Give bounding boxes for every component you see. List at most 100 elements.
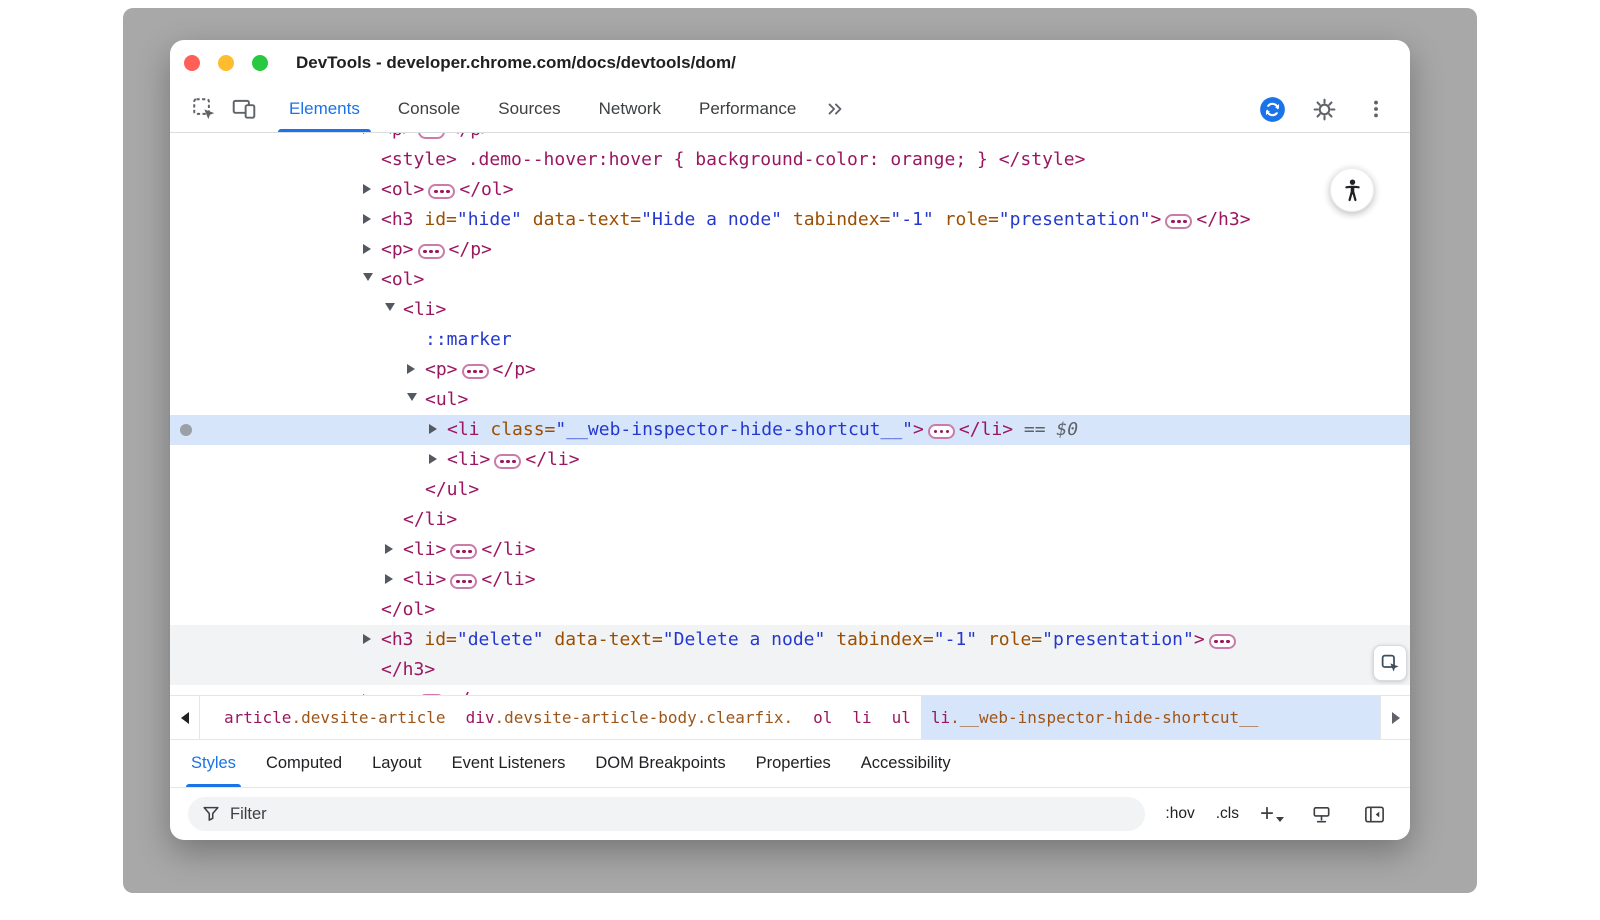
code-tag: <h3 (381, 209, 424, 230)
toggle-sidebar-button[interactable] (1358, 798, 1390, 830)
toggle-class-button[interactable]: .cls (1216, 805, 1239, 823)
tab-styles[interactable]: Styles (176, 740, 251, 787)
code-tag: </li> (481, 569, 535, 590)
style-filter-field[interactable] (188, 797, 1145, 831)
disclosure-triangle[interactable] (363, 133, 381, 145)
dom-tree-row[interactable]: <li> (170, 295, 1410, 325)
tab-properties[interactable]: Properties (741, 740, 846, 787)
expand-children-button[interactable] (428, 184, 455, 199)
dom-tree-row[interactable]: <p></p> (170, 685, 1410, 695)
kebab-menu-button[interactable] (1356, 89, 1396, 129)
dom-tree-row[interactable]: <h3 id="hide" data-text="Hide a node" ta… (170, 205, 1410, 235)
dom-tree-row[interactable]: <li></li> (170, 445, 1410, 475)
disclosure-triangle[interactable] (385, 565, 403, 595)
minimize-window-button[interactable] (218, 55, 234, 71)
inspect-element-button[interactable] (184, 89, 224, 129)
tab-accessibility[interactable]: Accessibility (846, 740, 966, 787)
tab-event-listeners[interactable]: Event Listeners (437, 740, 581, 787)
tab-dom-breakpoints[interactable]: DOM Breakpoints (580, 740, 740, 787)
expand-children-button[interactable] (418, 133, 445, 139)
crumb-cls: .devsite-article-body.clearfix. (494, 708, 793, 727)
stamp-button[interactable] (1305, 798, 1337, 830)
breadcrumb-item[interactable]: div.devsite-article-body.clearfix. (456, 696, 804, 739)
disclosure-triangle[interactable] (385, 535, 403, 565)
tab-console[interactable]: Console (379, 86, 479, 132)
expand-children-button[interactable] (928, 424, 955, 439)
dom-tree-row[interactable]: <p></p> (170, 355, 1410, 385)
dom-tree-row[interactable]: </ul> (170, 475, 1410, 505)
sync-button[interactable] (1252, 89, 1292, 129)
device-toolbar-icon (231, 96, 257, 122)
breadcrumb-item[interactable]: ol (803, 696, 842, 739)
disclosure-triangle[interactable] (363, 685, 381, 695)
dom-tree-row[interactable]: ::marker (170, 325, 1410, 355)
ellipsis-dot (479, 370, 483, 374)
dom-tree-row[interactable]: </h3> (170, 655, 1410, 685)
element-picker-button[interactable] (1373, 645, 1407, 681)
dom-tree-row[interactable]: </ol> (170, 595, 1410, 625)
disclosure-triangle[interactable] (363, 175, 381, 205)
ellipsis-dot (1183, 220, 1187, 224)
disclosure-triangle[interactable] (363, 235, 381, 265)
ellipsis-dot (940, 430, 944, 434)
code-val: "delete" (457, 629, 544, 650)
disclosure-triangle[interactable] (407, 355, 425, 385)
disclosure-triangle[interactable] (429, 415, 447, 445)
zoom-window-button[interactable] (252, 55, 268, 71)
breadcrumb-item[interactable]: li.__web-inspector-hide-shortcut__ (921, 696, 1380, 739)
breadcrumb-item[interactable]: li (842, 696, 881, 739)
dom-tree-row[interactable]: <ol> (170, 265, 1410, 295)
chevron-down-icon (1276, 817, 1284, 822)
new-style-rule-button[interactable]: + (1260, 804, 1284, 824)
code-tag: <li> (403, 299, 446, 320)
expand-children-button[interactable] (450, 544, 477, 559)
dom-tree-row[interactable]: <ul> (170, 385, 1410, 415)
device-toolbar-button[interactable] (224, 89, 264, 129)
tab-network[interactable]: Network (580, 86, 680, 132)
close-window-button[interactable] (184, 55, 200, 71)
expand-children-button[interactable] (462, 364, 489, 379)
breadcrumb-item[interactable]: article.devsite-article (214, 696, 456, 739)
breadcrumb-scroll-right-button[interactable] (1380, 696, 1410, 739)
disclosure-triangle[interactable] (363, 265, 381, 295)
breadcrumb-scroll-left-button[interactable] (170, 696, 200, 739)
disclosure-triangle[interactable] (363, 205, 381, 235)
disclosure-triangle[interactable] (407, 385, 425, 415)
expand-children-button[interactable] (418, 694, 445, 695)
dom-tree-row[interactable]: <li></li> (170, 565, 1410, 595)
style-filter-input[interactable] (230, 805, 1132, 824)
expand-children-button[interactable] (1209, 634, 1236, 649)
dom-tree-row[interactable]: </li> (170, 505, 1410, 535)
dom-tree-row[interactable]: <ol></ol> (170, 175, 1410, 205)
tab-sources[interactable]: Sources (479, 86, 579, 132)
settings-button[interactable] (1304, 89, 1344, 129)
dom-tree-row[interactable]: <p></p> (170, 235, 1410, 265)
expand-children-button[interactable] (1165, 214, 1192, 229)
expand-children-button[interactable] (418, 244, 445, 259)
expand-children-button[interactable] (450, 574, 477, 589)
code-tag: </ol> (381, 599, 435, 620)
code-plain (934, 209, 945, 230)
tab-layout[interactable]: Layout (357, 740, 437, 787)
ellipsis-dot (473, 370, 477, 374)
code-val: "Hide a node" (641, 209, 782, 230)
disclosure-triangle[interactable] (363, 625, 381, 655)
breadcrumb-item[interactable]: ul (882, 696, 921, 739)
expand-children-button[interactable] (494, 454, 521, 469)
more-tabs-button[interactable] (815, 89, 855, 129)
page-backdrop: DevTools - developer.chrome.com/docs/dev… (123, 8, 1477, 893)
accessibility-overlay-button[interactable] (1330, 168, 1374, 212)
tab-elements[interactable]: Elements (270, 86, 379, 132)
code-tag: </li> (959, 419, 1013, 440)
tab-computed[interactable]: Computed (251, 740, 357, 787)
disclosure-triangle[interactable] (429, 445, 447, 475)
dom-tree-row[interactable]: <style> .demo--hover:hover { background-… (170, 145, 1410, 175)
dom-tree-row[interactable]: <li></li> (170, 535, 1410, 565)
dom-tree-row[interactable]: <li class="__web-inspector-hide-shortcut… (170, 415, 1410, 445)
dom-tree-row[interactable]: <p></p> (170, 133, 1410, 145)
toggle-pseudo-state-button[interactable]: :hov (1165, 805, 1194, 823)
tab-performance[interactable]: Performance (680, 86, 815, 132)
code-tag: </li> (525, 449, 579, 470)
dom-tree-row[interactable]: <h3 id="delete" data-text="Delete a node… (170, 625, 1410, 655)
disclosure-triangle[interactable] (385, 295, 403, 325)
